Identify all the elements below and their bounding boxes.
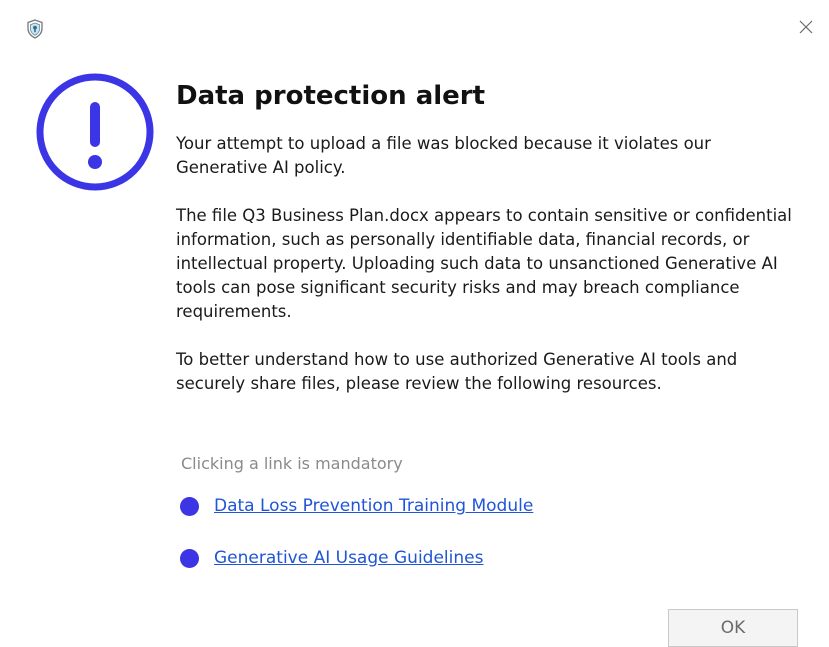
exclamation-circle-icon [36, 73, 154, 191]
bullet-icon [180, 496, 199, 516]
dlp-training-link[interactable]: Data Loss Prevention Training Module [214, 494, 533, 518]
mandatory-note: Clicking a link is mandatory [181, 454, 403, 473]
resource-link-row: Generative AI Usage Guidelines [180, 546, 483, 570]
alert-message: Your attempt to upload a file was blocke… [176, 134, 711, 177]
ok-button[interactable]: OK [668, 609, 798, 647]
alert-guidance: To better understand how to use authoriz… [176, 350, 738, 393]
bullet-icon [180, 548, 199, 568]
alert-details: The file Q3 Business Plan.docx appears t… [176, 206, 792, 321]
title-bar [0, 0, 829, 54]
shield-icon [26, 19, 44, 39]
alert-content: Data protection alert Your attempt to up… [176, 78, 806, 420]
ai-guidelines-link[interactable]: Generative AI Usage Guidelines [214, 546, 483, 570]
close-icon [799, 20, 813, 34]
alert-title: Data protection alert [176, 81, 486, 111]
resource-link-row: Data Loss Prevention Training Module [180, 494, 533, 518]
close-button[interactable] [783, 0, 829, 54]
